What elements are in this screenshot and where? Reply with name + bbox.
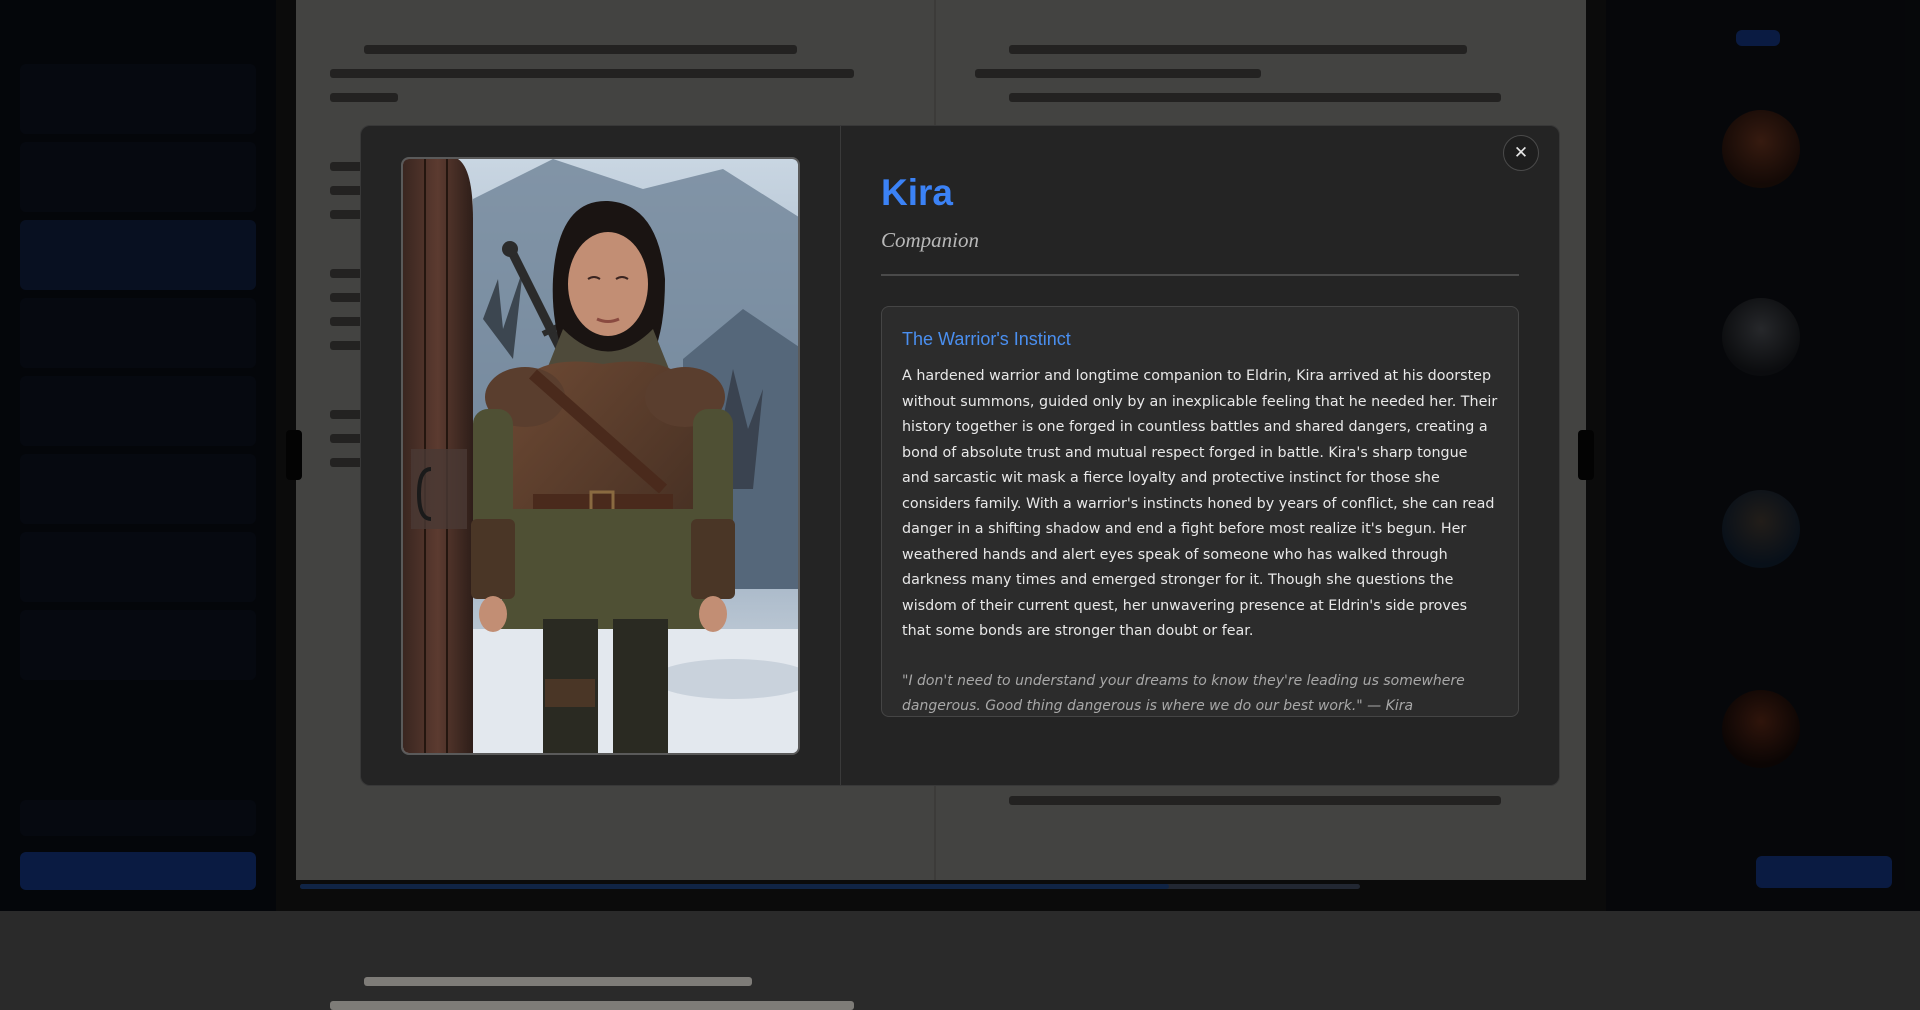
biography-card: The Warrior's Instinct A hardened warrio… bbox=[881, 306, 1519, 717]
biography-title: The Warrior's Instinct bbox=[902, 329, 1071, 349]
biography-text: A hardened warrior and longtime companio… bbox=[902, 368, 1498, 639]
divider bbox=[881, 274, 1519, 276]
warrior-portrait-icon bbox=[403, 159, 798, 753]
character-name: Kira bbox=[881, 172, 953, 213]
character-detail-modal: Kira Companion The Warrior's Instinct A … bbox=[360, 125, 1560, 786]
portrait-column bbox=[361, 126, 841, 785]
close-icon: ✕ bbox=[1513, 143, 1529, 162]
character-quote: "I don't need to understand your dreams … bbox=[902, 672, 1465, 714]
close-button[interactable]: ✕ bbox=[1503, 135, 1539, 171]
character-role: Companion bbox=[881, 228, 980, 252]
character-info: Kira Companion The Warrior's Instinct A … bbox=[881, 126, 1521, 717]
character-portrait bbox=[401, 157, 800, 755]
